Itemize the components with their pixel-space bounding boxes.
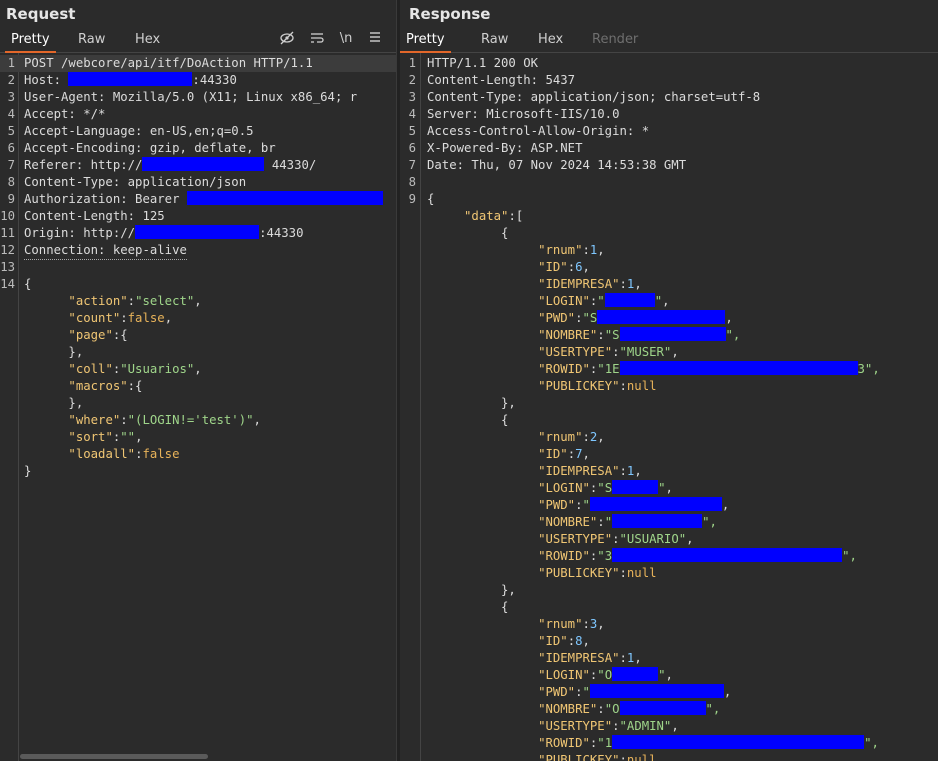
- request-line: 14{: [0, 277, 32, 291]
- json-field: "IDEMPRESA":1,: [538, 277, 642, 291]
- newline-toggle-icon[interactable]: \n: [336, 30, 356, 48]
- json-field: "LOGIN":"O ",: [538, 667, 673, 682]
- response-line: 3 Content-Type: application/json; charset…: [408, 90, 761, 104]
- request-line: 7 Referer: http:// 44330/: [7, 157, 317, 172]
- horizontal-scrollbar[interactable]: [20, 754, 208, 759]
- response-title: Response: [409, 5, 491, 23]
- request-line: 4 Accept: */*: [7, 107, 106, 121]
- json-field: "LOGIN":"S ",: [538, 480, 673, 495]
- redacted-block: [589, 684, 724, 698]
- json-field: "ID":7,: [538, 447, 590, 461]
- request-line: 5 Accept-Language: en-US,en;q=0.5: [7, 124, 254, 138]
- request-line: "macros":{: [68, 379, 143, 393]
- request-line: 6 Accept-Encoding: gzip, deflate, br: [7, 141, 276, 155]
- request-editor[interactable]: 1 POST /webcore/api/itf/DoAction HTTP/1.1…: [0, 55, 396, 480]
- request-line: 13: [0, 260, 15, 274]
- response-editor[interactable]: 1 HTTP/1.1 200 OK 2 Content-Length: 5437 3…: [400, 55, 938, 761]
- eye-slash-icon[interactable]: [278, 30, 296, 48]
- json-field: "NOMBRE":"S ",: [538, 327, 741, 342]
- response-line: "data":[: [464, 209, 524, 223]
- request-line: "loadall":false: [68, 447, 180, 461]
- request-tabs: Pretty Raw Hex \n: [0, 28, 396, 53]
- response-line: 8: [408, 175, 416, 189]
- redacted-block: [68, 72, 193, 86]
- request-line: "action":"select",: [68, 294, 202, 308]
- redacted-block: [135, 225, 260, 239]
- response-line: 4 Server: Microsoft-IIS/10.0: [408, 107, 620, 121]
- redacted-block: [186, 191, 383, 205]
- request-line: 3 User-Agent: Mozilla/5.0 (X11; Linux x86…: [7, 90, 358, 104]
- response-line: 6 X-Powered-By: ASP.NET: [408, 141, 583, 155]
- request-line: }: [24, 464, 32, 478]
- json-field: "USERTYPE":"USUARIO",: [538, 532, 694, 546]
- json-field: "NOMBRE":"O ",: [538, 701, 721, 716]
- request-line: 8 Content-Type: application/json: [7, 175, 247, 189]
- request-tab-pretty[interactable]: Pretty: [5, 28, 56, 53]
- response-tab-hex[interactable]: Hex: [532, 28, 569, 51]
- json-field: "ROWID":"1 ",: [538, 735, 879, 750]
- response-tabs: Pretty Raw Hex Render: [400, 28, 938, 53]
- json-field: "rnum":2,: [538, 430, 605, 444]
- redacted-block: [612, 667, 659, 681]
- request-tab-raw[interactable]: Raw: [72, 28, 111, 51]
- wrap-lines-icon[interactable]: [308, 30, 326, 48]
- json-field: "NOMBRE":" ",: [538, 514, 717, 529]
- response-line: 1 HTTP/1.1 200 OK: [408, 56, 539, 70]
- response-line: 9{: [408, 192, 435, 206]
- request-line: "page":{: [68, 328, 128, 342]
- redacted-block: [619, 327, 726, 341]
- json-field: "PWD":"S,: [538, 310, 733, 325]
- request-line: 11 Origin: http://:44330: [0, 225, 304, 240]
- response-line: 7 Date: Thu, 07 Nov 2024 14:53:38 GMT: [408, 158, 687, 172]
- request-line: 12 Connection: keep-alive: [0, 242, 396, 260]
- redacted-block: [612, 514, 703, 528]
- request-pane: Request Pretty Raw Hex \n 1 POST /webcore…: [0, 0, 396, 761]
- json-field: "PUBLICKEY":null: [538, 566, 657, 580]
- request-line: 10 Content-Length: 125: [0, 209, 165, 223]
- response-tab-render[interactable]: Render: [586, 28, 644, 51]
- json-field: "IDEMPRESA":1,: [538, 464, 642, 478]
- json-field: "rnum":3,: [538, 617, 605, 631]
- request-line: 1 POST /webcore/api/itf/DoAction HTTP/1.1: [0, 55, 396, 72]
- redacted-block: [619, 361, 858, 375]
- redacted-block: [597, 310, 726, 324]
- json-field: "rnum":1,: [538, 243, 605, 257]
- json-field: "ID":6,: [538, 260, 590, 274]
- json-field: "ROWID":"3 ",: [538, 548, 857, 563]
- request-line: "count":false,: [68, 311, 173, 325]
- response-tab-pretty[interactable]: Pretty: [400, 28, 451, 53]
- json-field: "PUBLICKEY":null: [538, 379, 657, 393]
- hamburger-menu-icon[interactable]: [366, 30, 384, 48]
- request-line: "where":"(LOGIN!='test')",: [68, 413, 261, 427]
- request-line: },: [68, 345, 84, 359]
- response-line: 5 Access-Control-Allow-Origin: *: [408, 124, 650, 138]
- json-field: "PWD":",: [538, 684, 732, 699]
- redacted-block: [612, 735, 865, 749]
- redacted-block: [612, 480, 659, 494]
- request-tab-hex[interactable]: Hex: [129, 28, 166, 51]
- request-line: },: [68, 396, 84, 410]
- redacted-block: [619, 701, 706, 715]
- redacted-block: [604, 293, 655, 307]
- redacted-block: [589, 497, 722, 511]
- json-field: "ID":8,: [538, 634, 590, 648]
- response-tab-raw[interactable]: Raw: [475, 28, 514, 51]
- redacted-block: [142, 157, 265, 171]
- request-line: "coll":"Usuarios",: [68, 362, 202, 376]
- json-field: "PWD":",: [538, 497, 730, 512]
- json-field: "ROWID":"1E 3",: [538, 361, 880, 376]
- json-field: "LOGIN":" ",: [538, 293, 670, 308]
- json-field: "USERTYPE":"MUSER",: [538, 345, 679, 359]
- redacted-block: [612, 548, 843, 562]
- request-title: Request: [6, 5, 76, 23]
- json-field: "USERTYPE":"ADMIN",: [538, 719, 679, 733]
- response-line: 2 Content-Length: 5437: [408, 73, 576, 87]
- response-pane: Response Pretty Raw Hex Render 1 HTTP/1.1…: [400, 0, 938, 761]
- request-line: "sort":"",: [68, 430, 143, 444]
- json-field: "IDEMPRESA":1,: [538, 651, 642, 665]
- request-line: 9 Authorization: Bearer: [0, 191, 396, 208]
- request-line: 2 Host: :44330: [7, 72, 237, 87]
- json-field: "PUBLICKEY":null: [538, 753, 657, 761]
